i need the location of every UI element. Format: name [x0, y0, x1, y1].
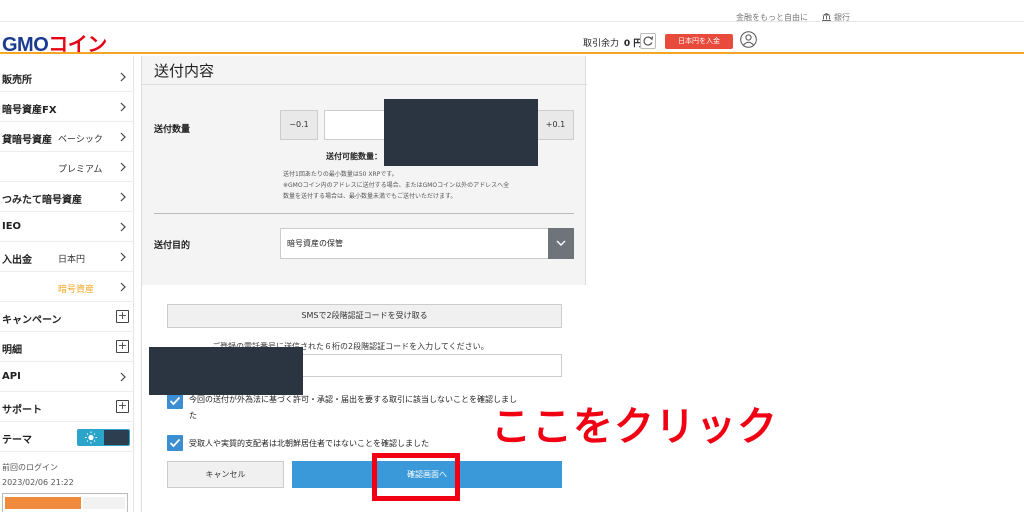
theme-toggle[interactable]	[77, 429, 130, 446]
sms-code-button[interactable]: SMSで2段階認証コードを受け取る	[167, 304, 562, 328]
sidebar-item-label: 明細	[2, 345, 22, 356]
chevron-down-icon	[556, 240, 566, 246]
login-history-badge	[5, 497, 81, 509]
sidebar-item-label: 販売所	[2, 75, 32, 86]
sidebar-item-lending-premium[interactable]: プレミアム	[0, 152, 134, 182]
chevron-right-icon	[120, 162, 126, 172]
checkmark-icon	[169, 438, 181, 448]
sidebar-item-label: キャンペーン	[2, 315, 62, 326]
sidebar: 販売所 暗号資産FX 貸暗号資産 ベーシック プレミアム つみたて暗号資産 IE…	[0, 56, 134, 512]
amount-label: 送付数量	[154, 125, 191, 135]
plus-icon: +	[116, 399, 129, 413]
sidebar-item-theme: テーマ	[0, 422, 134, 452]
divider	[142, 84, 587, 85]
login-history-box	[2, 493, 128, 512]
moon-icon[interactable]	[104, 430, 129, 445]
last-login-label: 前回のログイン	[2, 463, 58, 472]
sidebar-item-api[interactable]: API	[0, 362, 134, 392]
sidebar-item-campaign[interactable]: キャンペーン +	[0, 302, 134, 332]
chevron-right-icon	[120, 192, 126, 202]
plus-icon: +	[116, 309, 129, 323]
user-icon[interactable]	[740, 31, 757, 48]
login-history-button[interactable]	[83, 497, 125, 509]
note-line: 数量を送付する場合は、最小数量未満でもご送付いただけます。	[283, 193, 457, 200]
redaction-block	[149, 347, 303, 395]
plus-icon: +	[116, 339, 129, 353]
sidebar-item-accumulation[interactable]: つみたて暗号資産	[0, 182, 134, 212]
refresh-icon	[643, 36, 654, 46]
sidebar-item-support[interactable]: サポート +	[0, 392, 134, 422]
sidebar-item-label: 貸暗号資産	[2, 135, 52, 146]
note-line: ※GMOコイン内のアドレスに送付する場合、またはGMOコイン以外のアドレスへ全	[283, 182, 510, 189]
sidebar-item-label: IEO	[2, 221, 22, 232]
chevron-right-icon	[120, 102, 126, 112]
chevron-right-icon	[120, 132, 126, 142]
increment-button[interactable]: +0.1	[537, 110, 574, 140]
sidebar-subitem-label: 日本円	[58, 255, 86, 265]
chevron-right-icon	[120, 282, 126, 292]
checkmark-icon	[169, 396, 181, 406]
refresh-button[interactable]	[640, 33, 656, 49]
bank-link-label: 銀行	[834, 13, 850, 22]
logo[interactable]: GMOコイン	[2, 28, 107, 57]
checkbox-north-korea[interactable]	[167, 435, 183, 451]
checkbox-north-korea-label: 受取人や実質的支配者は北朝鮮居住者ではないことを確認しました	[189, 439, 429, 448]
purpose-select[interactable]: 暗号資産の保管	[280, 228, 574, 259]
sidebar-item-label: サポート	[2, 405, 42, 416]
top-strip: 金融をもっと自由に 銀行	[0, 0, 1024, 22]
sidebar-item-lending-basic[interactable]: 貸暗号資産 ベーシック	[0, 122, 134, 152]
logo-main: GMO	[2, 34, 49, 56]
sidebar-item-label: テーマ	[2, 435, 32, 446]
cancel-button[interactable]: キャンセル	[167, 461, 284, 488]
sidebar-item-label: API	[2, 371, 21, 382]
sun-icon[interactable]	[78, 430, 104, 445]
chevron-right-icon	[120, 72, 126, 82]
highlight-box	[372, 453, 460, 501]
chevron-right-icon	[120, 372, 126, 382]
header: GMOコイン 取引余力 0 円 日本円を入金	[0, 22, 1024, 57]
sidebar-item-deposit-jpy[interactable]: 入出金 日本円	[0, 242, 134, 272]
checkbox-forex-law-label-cont: た	[189, 411, 197, 420]
sidebar-subitem-label: ベーシック	[58, 135, 103, 145]
sidebar-item-label: 暗号資産FX	[2, 105, 57, 116]
chevron-right-icon	[120, 222, 126, 232]
balance-label: 取引余力	[583, 39, 620, 49]
checkbox-forex-law[interactable]	[167, 393, 183, 409]
purpose-select-value: 暗号資産の保管	[287, 239, 343, 248]
sidebar-subitem-label: プレミアム	[58, 165, 103, 175]
divider	[154, 213, 574, 214]
purpose-label: 送付目的	[154, 241, 191, 251]
page-title: 送付内容	[154, 62, 215, 80]
chevron-right-icon	[120, 252, 126, 262]
redaction-block	[384, 99, 538, 166]
sidebar-item-ieo[interactable]: IEO	[0, 212, 134, 242]
balance-display: 取引余力 0 円	[583, 36, 642, 49]
sidebar-item-label: 入出金	[2, 255, 32, 266]
decrement-button[interactable]: −0.1	[280, 110, 318, 140]
dropdown-toggle[interactable]	[548, 228, 574, 259]
sidebar-item-exchange[interactable]: 販売所	[0, 62, 134, 92]
note-line: 送付1回あたりの最小数量は50 XRPです。	[283, 171, 398, 178]
sidebar-item-label: つみたて暗号資産	[2, 195, 82, 206]
sidebar-item-deposit-crypto[interactable]: 暗号資産	[0, 272, 134, 302]
click-here-annotation: ここをクリック	[491, 404, 778, 450]
bank-icon	[822, 13, 831, 21]
sidebar-item-statement[interactable]: 明細 +	[0, 332, 134, 362]
last-login-time: 2023/02/06 21:22	[2, 478, 74, 487]
sidebar-item-crypto-fx[interactable]: 暗号資産FX	[0, 92, 134, 122]
logo-accent: コイン	[48, 34, 107, 56]
available-amount-label: 送付可能数量：	[326, 152, 382, 161]
deposit-button[interactable]: 日本円を入金	[665, 34, 733, 49]
sidebar-subitem-label: 暗号資産	[58, 285, 95, 295]
